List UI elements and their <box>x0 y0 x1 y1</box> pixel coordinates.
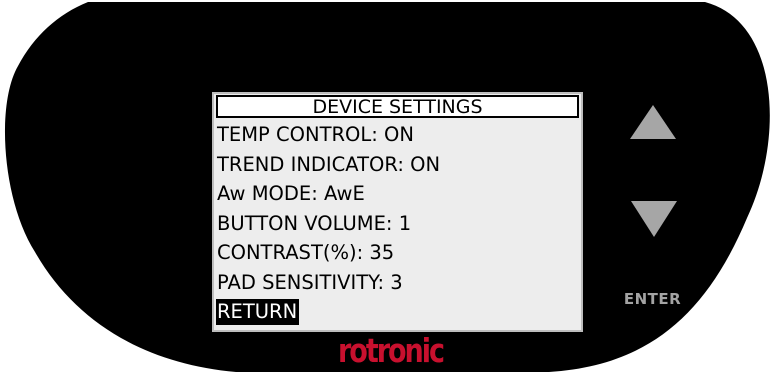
up-triangle-icon <box>630 105 676 139</box>
menu-item-label: PAD SENSITIVITY: 3 <box>217 270 403 294</box>
down-button[interactable] <box>631 201 677 237</box>
menu-item-return[interactable]: RETURN <box>216 297 442 327</box>
menu-item-temp-control[interactable]: TEMP CONTROL: ON <box>216 120 442 150</box>
menu-item-button-volume[interactable]: BUTTON VOLUME: 1 <box>216 209 442 239</box>
menu-item-pad-sensitivity[interactable]: PAD SENSITIVITY: 3 <box>216 268 442 298</box>
rotronic-logo: rotronic <box>337 331 445 370</box>
enter-button[interactable]: ENTER <box>600 290 705 308</box>
menu-item-label: Aw MODE: AwE <box>217 182 365 205</box>
menu-item-label: TREND INDICATOR: ON <box>217 152 441 176</box>
up-button[interactable] <box>630 105 676 139</box>
menu-item-label: TEMP CONTROL: ON <box>217 123 414 146</box>
menu-item-label: CONTRAST(%): 35 <box>217 241 395 264</box>
menu-item-contrast[interactable]: CONTRAST(%): 35 <box>216 238 442 268</box>
settings-menu: TEMP CONTROL: ON TREND INDICATOR: ON Aw … <box>216 120 442 327</box>
menu-item-label: BUTTON VOLUME: 1 <box>217 211 412 235</box>
down-triangle-icon <box>631 201 677 237</box>
menu-item-trend-indicator[interactable]: TREND INDICATOR: ON <box>216 150 442 180</box>
menu-item-label: RETURN <box>216 299 300 325</box>
lcd-screen: DEVICE SETTINGS TEMP CONTROL: ON TREND I… <box>212 92 583 332</box>
menu-item-aw-mode[interactable]: Aw MODE: AwE <box>216 179 442 209</box>
screen-title: DEVICE SETTINGS <box>216 95 579 118</box>
